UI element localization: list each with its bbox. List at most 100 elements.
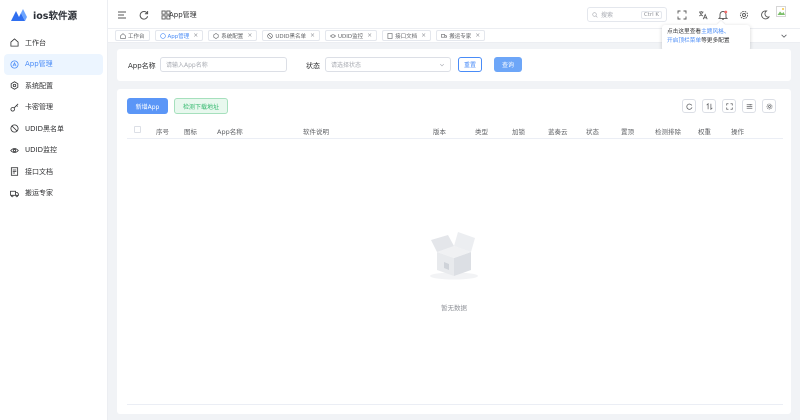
column-header[interactable]: 加锁: [512, 126, 525, 136]
close-icon[interactable]: ×: [193, 32, 198, 39]
brand[interactable]: ios软件源: [0, 0, 107, 30]
column-header[interactable]: 软件说明: [303, 126, 329, 136]
app-icon: [159, 32, 166, 39]
refresh-table-button[interactable]: [682, 99, 696, 113]
settings-tooltip: 点击这里查看主题风格、 开启顶栏菜单等更多配置: [662, 25, 750, 51]
search-icon: [592, 11, 598, 18]
empty-state-text: 暂无数据: [441, 304, 467, 312]
density-button[interactable]: [742, 99, 756, 113]
column-header[interactable]: 版本: [433, 126, 446, 136]
column-header[interactable]: 状态: [586, 126, 599, 136]
sidebar-item-label: UDID监控: [25, 146, 57, 154]
column-header[interactable]: 置顶: [621, 126, 634, 136]
breadcrumb[interactable]: App管理: [169, 10, 197, 20]
search-shortcut: Ctrl K: [640, 10, 662, 19]
gear-icon: [766, 103, 772, 109]
query-button[interactable]: 查询: [494, 57, 522, 72]
sort-button[interactable]: [702, 99, 716, 113]
fullscreen-icon: [725, 102, 733, 110]
column-header[interactable]: 类型: [475, 126, 488, 136]
sidebar-item-label: App管理: [25, 60, 53, 68]
tab-system-config[interactable]: 系统配置 ×: [208, 30, 258, 41]
column-header[interactable]: 序号: [156, 126, 169, 136]
column-header[interactable]: 权重: [698, 126, 711, 136]
tab-udid-monitor[interactable]: UDID监控 ×: [325, 30, 378, 41]
column-header[interactable]: App名称: [217, 126, 243, 136]
table-panel: 新增App 检测下载地址 序号 图标 App名称 软件说明 版本 类型 加锁 蓝…: [117, 89, 791, 414]
column-header[interactable]: 图标: [184, 126, 197, 136]
sidebar-item-api-docs[interactable]: 接口文档: [4, 161, 103, 182]
fullscreen-icon[interactable]: [676, 9, 687, 20]
density-icon: [746, 103, 752, 109]
tab-udid-blacklist[interactable]: UDID黑名单 ×: [262, 30, 320, 41]
app-name-input[interactable]: 请输入App名称: [160, 57, 287, 72]
dark-mode-icon[interactable]: [759, 9, 770, 20]
close-icon[interactable]: ×: [310, 32, 315, 39]
close-icon[interactable]: ×: [421, 32, 426, 39]
tab-label: 系统配置: [221, 33, 244, 40]
tooltip-suffix: 等更多配置: [701, 37, 730, 44]
sidebar-item-system-config[interactable]: 系统配置: [4, 75, 103, 96]
bell-icon[interactable]: [717, 9, 728, 20]
column-header[interactable]: 操作: [731, 126, 744, 136]
document-icon: [10, 167, 19, 176]
document-icon: [387, 32, 393, 39]
status-label: 状态: [306, 62, 320, 70]
tab-label: UDID监控: [338, 33, 364, 40]
select-all-checkbox[interactable]: [134, 126, 141, 133]
app-name: ios软件源: [33, 11, 77, 22]
tab-migration-expert[interactable]: 搬运专家 ×: [436, 30, 486, 41]
column-header[interactable]: 蓝奏云: [548, 126, 568, 136]
sidebar-item-dashboard[interactable]: 工作台: [4, 32, 103, 53]
settings-icon[interactable]: [738, 9, 749, 20]
sidebar-item-label: UDID黑名单: [25, 124, 64, 133]
refresh-icon: [685, 103, 692, 110]
status-select[interactable]: 请选择状态: [325, 57, 451, 72]
logo-icon: [11, 9, 27, 21]
tab-label: 接口文档: [395, 33, 418, 40]
sidebar-item-migration-expert[interactable]: 搬运专家: [4, 183, 103, 204]
translate-icon[interactable]: [697, 9, 708, 20]
close-icon[interactable]: ×: [475, 32, 480, 39]
table-bottom-border: [127, 404, 783, 405]
top-header: App管理 搜索 Ctrl K: [108, 0, 800, 28]
table-fullscreen-button[interactable]: [722, 99, 736, 113]
sort-icon: [705, 102, 713, 110]
sidebar-item-udid-blacklist[interactable]: UDID黑名单: [4, 118, 103, 139]
tab-label: App管理: [167, 33, 190, 40]
tooltip-topbar-link[interactable]: 开启顶栏菜单: [667, 38, 701, 44]
sidebar-item-label: 系统配置: [25, 81, 53, 90]
close-icon[interactable]: ×: [367, 32, 372, 39]
refresh-icon[interactable]: [138, 9, 149, 20]
reset-button[interactable]: 重置: [458, 57, 482, 72]
truck-icon: [441, 33, 448, 37]
tab-label: 搬运专家: [449, 33, 472, 40]
tab-api-docs[interactable]: 接口文档 ×: [382, 30, 432, 41]
sidebar-menu: 工作台 App管理 系统配置 卡密管理 UDID黑名单 UDID监控 接口文档: [0, 32, 107, 204]
add-app-button[interactable]: 新增App: [127, 98, 168, 114]
detect-download-url-button[interactable]: 检测下载地址: [174, 98, 228, 114]
tabs-more-chevron-down-icon[interactable]: [780, 32, 788, 40]
close-icon[interactable]: ×: [247, 32, 252, 39]
tooltip-theme-link[interactable]: 主题风格、: [701, 29, 729, 35]
home-icon: [120, 32, 126, 39]
sidebar-item-udid-monitor[interactable]: UDID监控: [4, 140, 103, 161]
sidebar-item-app-management[interactable]: App管理: [4, 53, 103, 75]
avatar[interactable]: [776, 6, 786, 17]
column-header[interactable]: 检测排除: [655, 126, 681, 136]
ban-icon: [10, 124, 19, 133]
empty-box-illustration: [430, 232, 478, 280]
sidebar: ios软件源 工作台 App管理 系统配置 卡密管理 UDID黑名单 UDID监…: [0, 0, 108, 420]
global-search-input[interactable]: 搜索 Ctrl K: [587, 7, 667, 22]
tab-dashboard[interactable]: 工作台: [115, 30, 150, 41]
tab-app-management[interactable]: App管理 ×: [154, 30, 204, 41]
sidebar-item-label: 工作台: [25, 38, 46, 47]
chevron-down-icon: [439, 63, 445, 67]
sidebar-item-card-keys[interactable]: 卡密管理: [4, 97, 103, 118]
ban-icon: [267, 32, 274, 39]
truck-icon: [10, 189, 19, 198]
column-settings-button[interactable]: [762, 99, 776, 113]
app-icon: [10, 59, 19, 69]
menu-toggle-icon[interactable]: [116, 9, 127, 20]
search-panel: App名称 请输入App名称 状态 请选择状态 重置 查询: [117, 49, 791, 81]
